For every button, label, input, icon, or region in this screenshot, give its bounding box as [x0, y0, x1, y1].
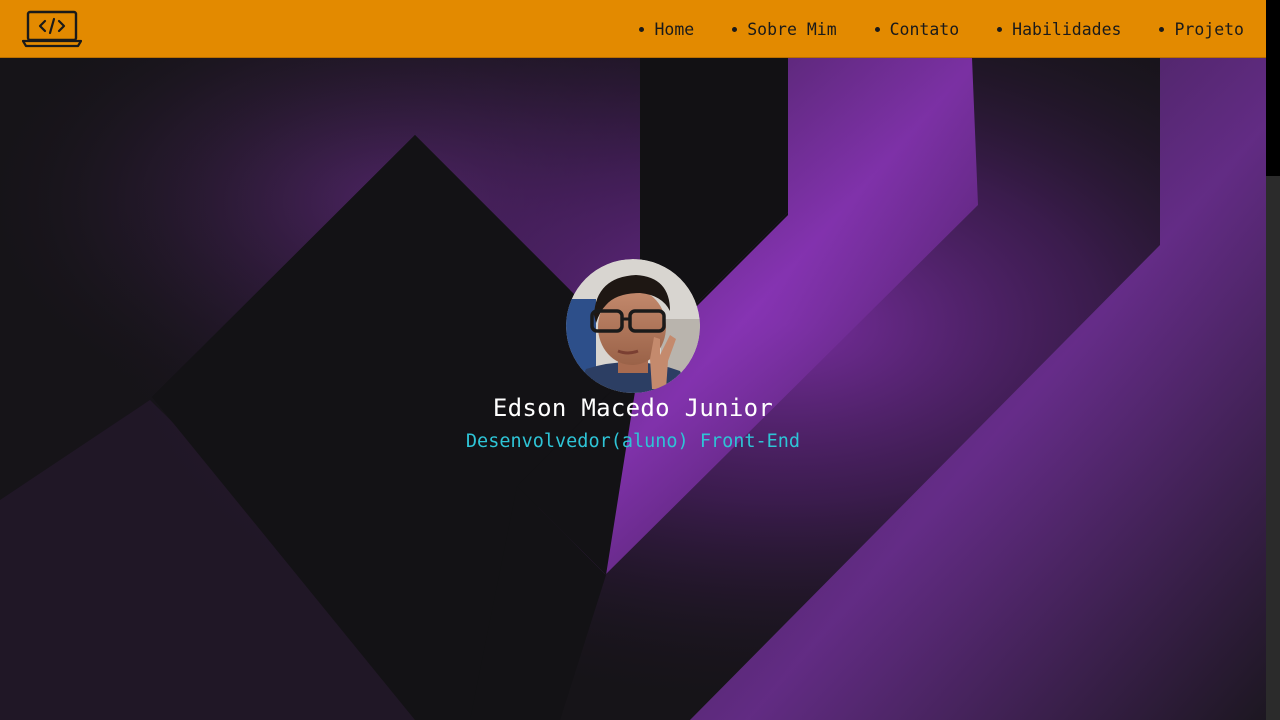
nav-item-sobre-mim[interactable]: Sobre Mim — [732, 20, 837, 39]
avatar — [566, 259, 700, 393]
hero-name: Edson Macedo Junior — [492, 394, 774, 422]
page: Home Sobre Mim Contato Habilidades Proje… — [0, 0, 1280, 720]
bullet-icon — [997, 26, 1003, 32]
bullet-icon — [1159, 26, 1165, 32]
nav-item-label[interactable]: Sobre Mim — [747, 20, 836, 39]
nav-item-habilidades[interactable]: Habilidades — [997, 20, 1121, 39]
nav-item-label[interactable]: Home — [654, 20, 694, 39]
nav-item-label[interactable]: Projeto — [1174, 20, 1244, 39]
bullet-icon — [639, 26, 645, 32]
scrollbar-thumb[interactable] — [1266, 0, 1280, 176]
nav-item-label[interactable]: Contato — [890, 20, 960, 39]
nav-item-label[interactable]: Habilidades — [1012, 20, 1121, 39]
profile-photo — [566, 259, 700, 393]
bullet-icon — [732, 26, 738, 32]
hero-role: Desenvolvedor(aluno) Front-End — [465, 431, 801, 452]
nav-item-contato[interactable]: Contato — [874, 20, 960, 39]
nav-menu: Home Sobre Mim Contato Habilidades Proje… — [639, 0, 1244, 58]
nav-item-projeto[interactable]: Projeto — [1159, 20, 1244, 39]
bullet-icon — [874, 26, 880, 32]
laptop-code-icon[interactable] — [22, 10, 82, 48]
nav-item-home[interactable]: Home — [639, 20, 694, 39]
navbar: Home Sobre Mim Contato Habilidades Proje… — [0, 0, 1266, 58]
